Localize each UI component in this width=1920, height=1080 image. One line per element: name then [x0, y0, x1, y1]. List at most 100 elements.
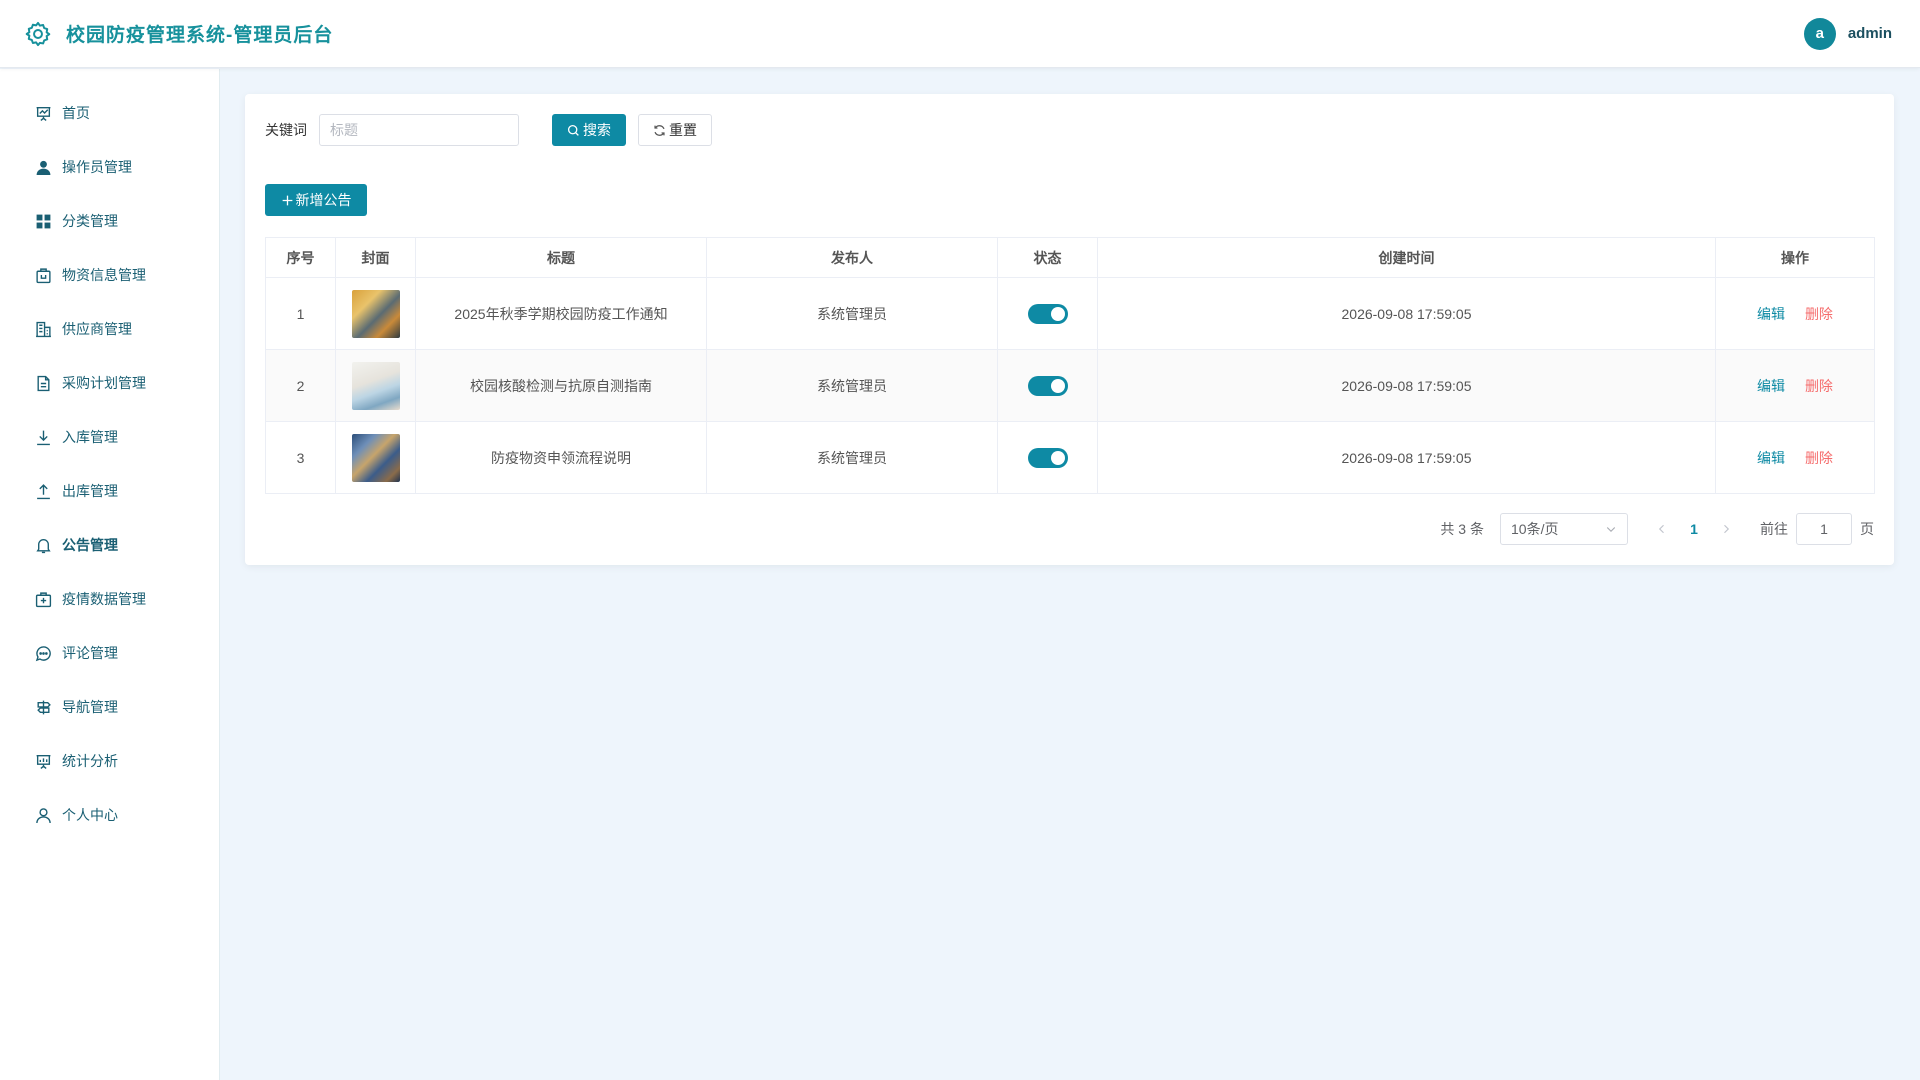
sidebar-item-label: 首页	[62, 105, 90, 121]
actions-cell: 编辑 删除	[1715, 277, 1875, 350]
sidebar-item-suppliers[interactable]: 供应商管理	[0, 302, 219, 356]
app-title: 校园防疫管理系统-管理员后台	[66, 25, 334, 46]
bell-icon	[35, 537, 52, 554]
row-publisher: 系统管理员	[706, 421, 998, 494]
chevron-right-icon	[1724, 524, 1730, 534]
sidebar-item-epidemic-data[interactable]: 疫情数据管理	[0, 572, 219, 626]
status-cell	[997, 421, 1098, 494]
document-icon	[35, 375, 52, 392]
delete-link[interactable]: 删除	[1805, 378, 1833, 394]
add-announcement-button[interactable]: 新增公告	[265, 184, 367, 216]
column-header-publisher: 发布人	[706, 237, 998, 278]
chat-icon	[35, 645, 52, 662]
row-index: 1	[265, 277, 336, 350]
sidebar-item-statistics[interactable]: 统计分析	[0, 734, 219, 788]
next-page-button[interactable]	[1710, 513, 1742, 545]
page-size-value: 10条/页	[1511, 521, 1559, 537]
sidebar-item-home[interactable]: 首页	[0, 86, 219, 140]
row-created: 2026-09-08 17:59:05	[1097, 349, 1716, 422]
refresh-icon	[653, 124, 666, 137]
cover-image[interactable]	[351, 289, 400, 338]
user-icon	[35, 807, 52, 824]
reset-button[interactable]: 重置	[638, 114, 712, 146]
cover-cell	[335, 421, 416, 494]
presentation-icon	[35, 105, 52, 122]
row-publisher: 系统管理员	[706, 349, 998, 422]
row-title: 防疫物资申领流程说明	[415, 421, 707, 494]
page-unit-label: 页	[1860, 521, 1874, 537]
plus-icon	[281, 194, 294, 207]
gear-icon	[24, 20, 52, 48]
delete-link[interactable]: 删除	[1805, 450, 1833, 466]
sidebar: 首页 操作员管理 分类管理 物资信息管理 供应商管理 采购计划管理 入库管理 出…	[0, 69, 220, 1080]
table-row: 1 2025年秋季学期校园防疫工作通知 系统管理员 2026-09-08 17:…	[265, 277, 1875, 350]
row-title: 校园核酸检测与抗原自测指南	[415, 349, 707, 422]
edit-link[interactable]: 编辑	[1757, 378, 1785, 394]
status-toggle[interactable]	[1027, 447, 1068, 468]
sidebar-item-label: 评论管理	[62, 645, 118, 661]
pagination: 共 3 条 10条/页 1 前往 页	[1440, 513, 1874, 545]
reset-button-label: 重置	[669, 122, 697, 138]
user-filled-icon	[35, 159, 52, 176]
cover-cell	[335, 277, 416, 350]
status-toggle[interactable]	[1027, 375, 1068, 396]
table-row: 2 校园核酸检测与抗原自测指南 系统管理员 2026-09-08 17:59:0…	[265, 349, 1875, 422]
avatar[interactable]: a	[1803, 17, 1836, 50]
sidebar-item-label: 公告管理	[62, 537, 118, 553]
sidebar-item-categories[interactable]: 分类管理	[0, 194, 219, 248]
sidebar-item-label: 操作员管理	[62, 159, 132, 175]
status-cell	[997, 277, 1098, 350]
page-size-select[interactable]: 10条/页	[1500, 513, 1628, 545]
prev-page-button[interactable]	[1646, 513, 1678, 545]
actions-cell: 编辑 删除	[1715, 421, 1875, 494]
first-aid-kit-icon	[35, 591, 52, 608]
sidebar-item-operators[interactable]: 操作员管理	[0, 140, 219, 194]
sidebar-item-label: 物资信息管理	[62, 267, 146, 283]
guide-icon	[35, 699, 52, 716]
content-card: 关键词 搜索 重置 新增公告 序号 封面 标题 发布人 状态 创建时间 操作	[245, 94, 1894, 565]
sidebar-item-purchase-plans[interactable]: 采购计划管理	[0, 356, 219, 410]
sidebar-item-comments[interactable]: 评论管理	[0, 626, 219, 680]
table-header-row: 序号 封面 标题 发布人 状态 创建时间 操作	[265, 237, 1875, 278]
sidebar-item-navigation[interactable]: 导航管理	[0, 680, 219, 734]
row-created: 2026-09-08 17:59:05	[1097, 421, 1716, 494]
keyword-input[interactable]	[319, 114, 519, 146]
sidebar-item-inbound[interactable]: 入库管理	[0, 410, 219, 464]
announcement-table: 序号 封面 标题 发布人 状态 创建时间 操作 1 2025年秋季学期校园防疫工…	[265, 237, 1875, 494]
cover-image[interactable]	[351, 361, 400, 410]
user-menu[interactable]: a admin	[1803, 17, 1892, 50]
top-header: 校园防疫管理系统-管理员后台 a admin	[0, 0, 1920, 68]
chevron-down-icon	[1605, 523, 1617, 535]
row-created: 2026-09-08 17:59:05	[1097, 277, 1716, 350]
data-board-icon	[35, 753, 52, 770]
goto-label: 前往	[1760, 521, 1788, 537]
status-toggle[interactable]	[1027, 303, 1068, 324]
row-index: 2	[265, 349, 336, 422]
sidebar-item-announcements[interactable]: 公告管理	[0, 518, 219, 572]
upload-icon	[35, 483, 52, 500]
pagination-total: 共 3 条	[1440, 521, 1484, 537]
grid-icon	[35, 213, 52, 230]
sidebar-item-label: 采购计划管理	[62, 375, 146, 391]
sidebar-item-outbound[interactable]: 出库管理	[0, 464, 219, 518]
sidebar-item-profile[interactable]: 个人中心	[0, 788, 219, 842]
username[interactable]: admin	[1848, 25, 1892, 42]
row-index: 3	[265, 421, 336, 494]
goto-page-input[interactable]	[1796, 513, 1852, 545]
sidebar-item-label: 导航管理	[62, 699, 118, 715]
sidebar-item-label: 分类管理	[62, 213, 118, 229]
sidebar-item-supplies[interactable]: 物资信息管理	[0, 248, 219, 302]
edit-link[interactable]: 编辑	[1757, 306, 1785, 322]
cover-image[interactable]	[351, 433, 400, 482]
column-header-index: 序号	[265, 237, 336, 278]
status-cell	[997, 349, 1098, 422]
edit-link[interactable]: 编辑	[1757, 450, 1785, 466]
box-icon	[35, 267, 52, 284]
search-button[interactable]: 搜索	[552, 114, 626, 146]
sidebar-item-label: 供应商管理	[62, 321, 132, 337]
keyword-label: 关键词	[265, 122, 307, 138]
download-icon	[35, 429, 52, 446]
page-number-current[interactable]: 1	[1678, 513, 1710, 545]
delete-link[interactable]: 删除	[1805, 306, 1833, 322]
sidebar-item-label: 入库管理	[62, 429, 118, 445]
